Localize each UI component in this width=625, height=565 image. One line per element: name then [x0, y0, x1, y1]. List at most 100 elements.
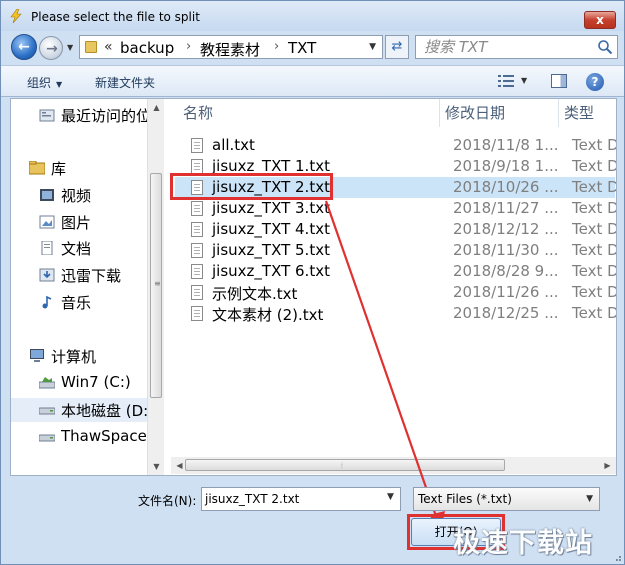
thumb-grip-icon: ≡	[154, 279, 161, 288]
video-icon	[40, 189, 54, 201]
file-modified-date: 2018/10/26 ...	[453, 178, 559, 196]
nav-item-label: ThawSpace	[61, 427, 147, 445]
content-area: 最近访问的位置 库 视频 图片 文档 迅雷下载	[10, 98, 617, 476]
nav-item-label: 最近访问的位置	[61, 107, 147, 125]
breadcrumb-tutorial-materials[interactable]: 教程素材	[200, 39, 260, 60]
nav-item-library[interactable]: 库	[11, 156, 147, 180]
breadcrumb-txt[interactable]: TXT	[288, 39, 316, 57]
nav-item-documents[interactable]: 文档	[11, 236, 147, 260]
nav-item-label: 文档	[61, 240, 92, 258]
nav-item-thawspace[interactable]: ThawSpace	[11, 425, 147, 449]
organize-dropdown-icon: ▼	[56, 80, 63, 89]
search-icon[interactable]	[597, 39, 613, 55]
new-folder-button[interactable]: 新建文件夹	[95, 74, 155, 91]
nav-item-downloads[interactable]: 迅雷下载	[11, 263, 147, 287]
column-divider[interactable]	[558, 99, 559, 127]
text-file-icon	[191, 138, 203, 153]
command-toolbar: 组织 ▼ 新建文件夹 ▼ ?	[1, 65, 624, 97]
filename-dropdown-icon[interactable]: ▼	[387, 492, 394, 502]
view-dropdown-icon[interactable]: ▼	[521, 76, 527, 85]
music-icon	[42, 295, 52, 309]
navigation-pane: 最近访问的位置 库 视频 图片 文档 迅雷下载	[11, 99, 171, 475]
recent-places-icon	[39, 109, 55, 122]
nav-pane-scrollbar[interactable]: ▲ ≡ ▼	[147, 99, 164, 475]
forward-arrow-icon: →	[46, 41, 58, 57]
file-modified-date: 2018/11/30 ...	[453, 241, 559, 259]
address-overflow-chevron[interactable]: «	[104, 39, 113, 55]
file-name: 文本素材 (2).txt	[212, 306, 324, 324]
refresh-icon: ⇄	[391, 39, 403, 54]
column-header-name[interactable]: 名称	[183, 99, 213, 127]
address-bar[interactable]: « backup › 教程素材 › TXT ▼	[79, 35, 383, 59]
organize-button[interactable]: 组织 ▼	[27, 74, 62, 91]
horizontal-scrollbar-thumb[interactable]: ⦙	[185, 459, 505, 471]
file-type-select[interactable]: Text Files (*.txt) ▼	[413, 487, 600, 511]
file-row[interactable]: jisuxz_TXT 6.txt 2018/8/28 9... Text Do	[175, 261, 616, 282]
refresh-button[interactable]: ⇄	[385, 35, 409, 59]
nav-item-recent-places[interactable]: 最近访问的位置	[11, 103, 147, 127]
file-name: 示例文本.txt	[212, 285, 298, 303]
help-icon[interactable]: ?	[586, 73, 604, 91]
file-row[interactable]: 文本素材 (2).txt 2018/12/25 ... Text Do	[175, 303, 616, 324]
file-row[interactable]: jisuxz_TXT 3.txt 2018/11/27 ... Text Do	[175, 198, 616, 219]
file-type: Text Do	[572, 136, 616, 154]
address-dropdown-icon[interactable]: ▼	[369, 42, 376, 52]
history-dropdown-icon[interactable]: ▼	[67, 43, 73, 52]
drive-icon	[39, 434, 55, 442]
library-icon	[29, 161, 45, 175]
file-row[interactable]: all.txt 2018/11/8 1... Text Do	[175, 135, 616, 156]
nav-item-videos[interactable]: 视频	[11, 183, 147, 207]
nav-item-pictures[interactable]: 图片	[11, 210, 147, 234]
resize-grip-icon[interactable]	[612, 552, 622, 562]
file-row[interactable]: 示例文本.txt 2018/11/26 ... Text Do	[175, 282, 616, 303]
file-name: jisuxz_TXT 6.txt	[212, 262, 330, 280]
text-file-icon	[191, 201, 203, 216]
nav-item-label: 图片	[61, 214, 92, 232]
preview-pane-icon[interactable]	[551, 74, 567, 88]
search-box[interactable]	[415, 35, 618, 59]
breadcrumb-backup[interactable]: backup	[120, 39, 174, 57]
nav-item-label: 本地磁盘 (D:)	[61, 402, 147, 420]
column-header-type[interactable]: 类型	[564, 99, 594, 127]
filename-field[interactable]: jisuxz_TXT 2.txt	[201, 487, 401, 511]
breadcrumb-separator[interactable]: ›	[274, 39, 279, 54]
scroll-up-arrow-icon[interactable]: ▲	[148, 99, 165, 116]
file-modified-date: 2018/8/28 9...	[453, 262, 559, 280]
scroll-down-arrow-icon[interactable]: ▼	[148, 458, 165, 475]
file-row[interactable]: jisuxz_TXT 5.txt 2018/11/30 ... Text Do	[175, 240, 616, 261]
column-header-date[interactable]: 修改日期	[445, 99, 505, 127]
nav-item-music[interactable]: 音乐	[11, 290, 147, 314]
search-input[interactable]	[424, 38, 594, 56]
file-row[interactable]: jisuxz_TXT 4.txt 2018/12/12 ... Text Do	[175, 219, 616, 240]
close-button[interactable]: x	[584, 11, 616, 29]
file-type: Text Do	[572, 262, 616, 280]
title-bar: Please select the file to split x	[1, 1, 624, 31]
column-divider[interactable]	[439, 99, 440, 127]
file-modified-date: 2018/9/18 1...	[453, 157, 559, 175]
nav-item-computer[interactable]: 计算机	[11, 344, 147, 368]
file-name: jisuxz_TXT 5.txt	[212, 241, 330, 259]
back-button[interactable]: ←	[11, 34, 37, 60]
scroll-right-arrow-icon[interactable]: ▶	[599, 457, 616, 474]
file-modified-date: 2018/11/26 ...	[453, 283, 559, 301]
filename-label: 文件名(N):	[138, 494, 197, 508]
thumb-grip-icon: ⦙	[341, 461, 343, 470]
lightning-app-icon	[10, 9, 22, 23]
nav-item-drive-d[interactable]: 本地磁盘 (D:)	[11, 398, 147, 422]
breadcrumb-separator[interactable]: ›	[186, 39, 191, 54]
file-list-horizontal-scrollbar[interactable]: ◀ ⦙ ▶	[171, 457, 616, 474]
file-name: jisuxz_TXT 4.txt	[212, 220, 330, 238]
file-list-pane: 名称 修改日期 类型 all.txt2018/11/8 1...Text Do j…	[171, 99, 616, 475]
file-name: jisuxz_TXT 3.txt	[212, 199, 330, 217]
change-view-icon[interactable]	[498, 74, 514, 88]
drive-icon	[39, 377, 55, 389]
scrollbar-thumb[interactable]: ≡	[150, 173, 162, 398]
folder-icon	[85, 41, 97, 53]
pictures-icon	[39, 215, 55, 229]
text-file-icon	[191, 243, 203, 258]
nav-item-drive-c[interactable]: Win7 (C:)	[11, 371, 147, 395]
forward-button[interactable]: →	[39, 36, 63, 60]
file-type: Text Do	[572, 241, 616, 259]
nav-item-label: 视频	[61, 187, 92, 205]
file-modified-date: 2018/12/25 ...	[453, 304, 559, 322]
